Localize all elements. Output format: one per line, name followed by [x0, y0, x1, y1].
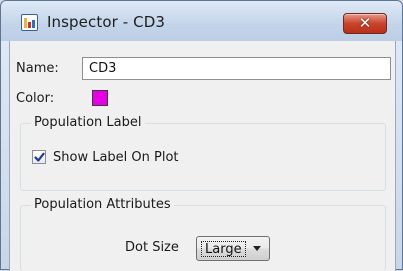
- population-attributes-title: Population Attributes: [31, 197, 174, 212]
- name-input[interactable]: [82, 57, 391, 80]
- color-swatch[interactable]: [92, 90, 108, 106]
- close-button[interactable]: ✕: [343, 13, 387, 34]
- chevron-down-icon: [253, 246, 261, 251]
- app-icon: [21, 14, 38, 31]
- show-label-checkbox[interactable]: [32, 150, 46, 164]
- title-bar[interactable]: Inspector - CD3 ✕: [1, 1, 402, 41]
- dot-size-label: Dot Size: [125, 240, 179, 255]
- population-label-group: Population Label Show Label On Plot: [20, 115, 386, 191]
- population-attributes-group: Population Attributes Dot Size Large: [20, 197, 386, 271]
- show-label-text[interactable]: Show Label On Plot: [53, 150, 179, 165]
- population-label-title: Population Label: [31, 115, 145, 130]
- inspector-window: Inspector - CD3 ✕ Name: Color: Populatio…: [0, 0, 403, 271]
- name-label: Name:: [16, 61, 59, 76]
- dot-size-select[interactable]: Large: [196, 236, 270, 261]
- checkmark-icon: [34, 152, 45, 162]
- window-title: Inspector - CD3: [47, 13, 165, 31]
- inspector-content: Name: Color: Population Label Show Label…: [9, 41, 396, 271]
- close-icon: ✕: [358, 14, 372, 32]
- color-label: Color:: [16, 91, 55, 106]
- dot-size-value: Large: [201, 241, 246, 257]
